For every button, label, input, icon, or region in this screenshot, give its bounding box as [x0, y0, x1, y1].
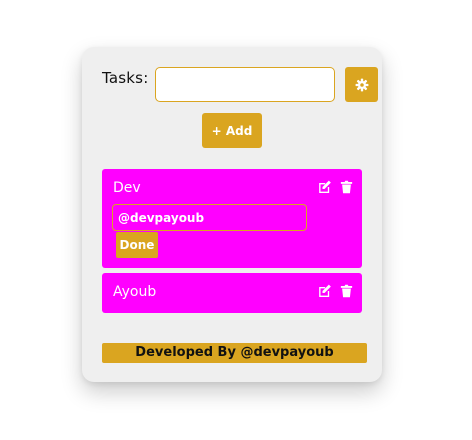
todo-card: Tasks: + Add Dev @devpayoub Done Ayoub D… [82, 47, 382, 382]
done-button[interactable]: Done [116, 232, 158, 258]
trash-icon[interactable] [339, 283, 354, 299]
tasks-label: Tasks: [102, 69, 149, 87]
task-item: Dev Done [102, 169, 362, 268]
edit-icon[interactable] [316, 179, 333, 195]
task-edit-input[interactable] [112, 204, 307, 231]
task-input[interactable] [155, 67, 335, 102]
edit-icon[interactable] [316, 283, 333, 299]
task-name: Ayoub [113, 284, 157, 300]
task-actions [316, 179, 354, 195]
task-item: Ayoub [102, 273, 362, 313]
footer-credit: Developed By @devpayoub [102, 343, 367, 363]
task-name: Dev [113, 180, 141, 196]
task-actions [316, 283, 354, 299]
gear-icon [355, 78, 369, 92]
trash-icon[interactable] [339, 179, 354, 195]
settings-button[interactable] [345, 67, 378, 102]
add-button[interactable]: + Add [202, 113, 262, 148]
